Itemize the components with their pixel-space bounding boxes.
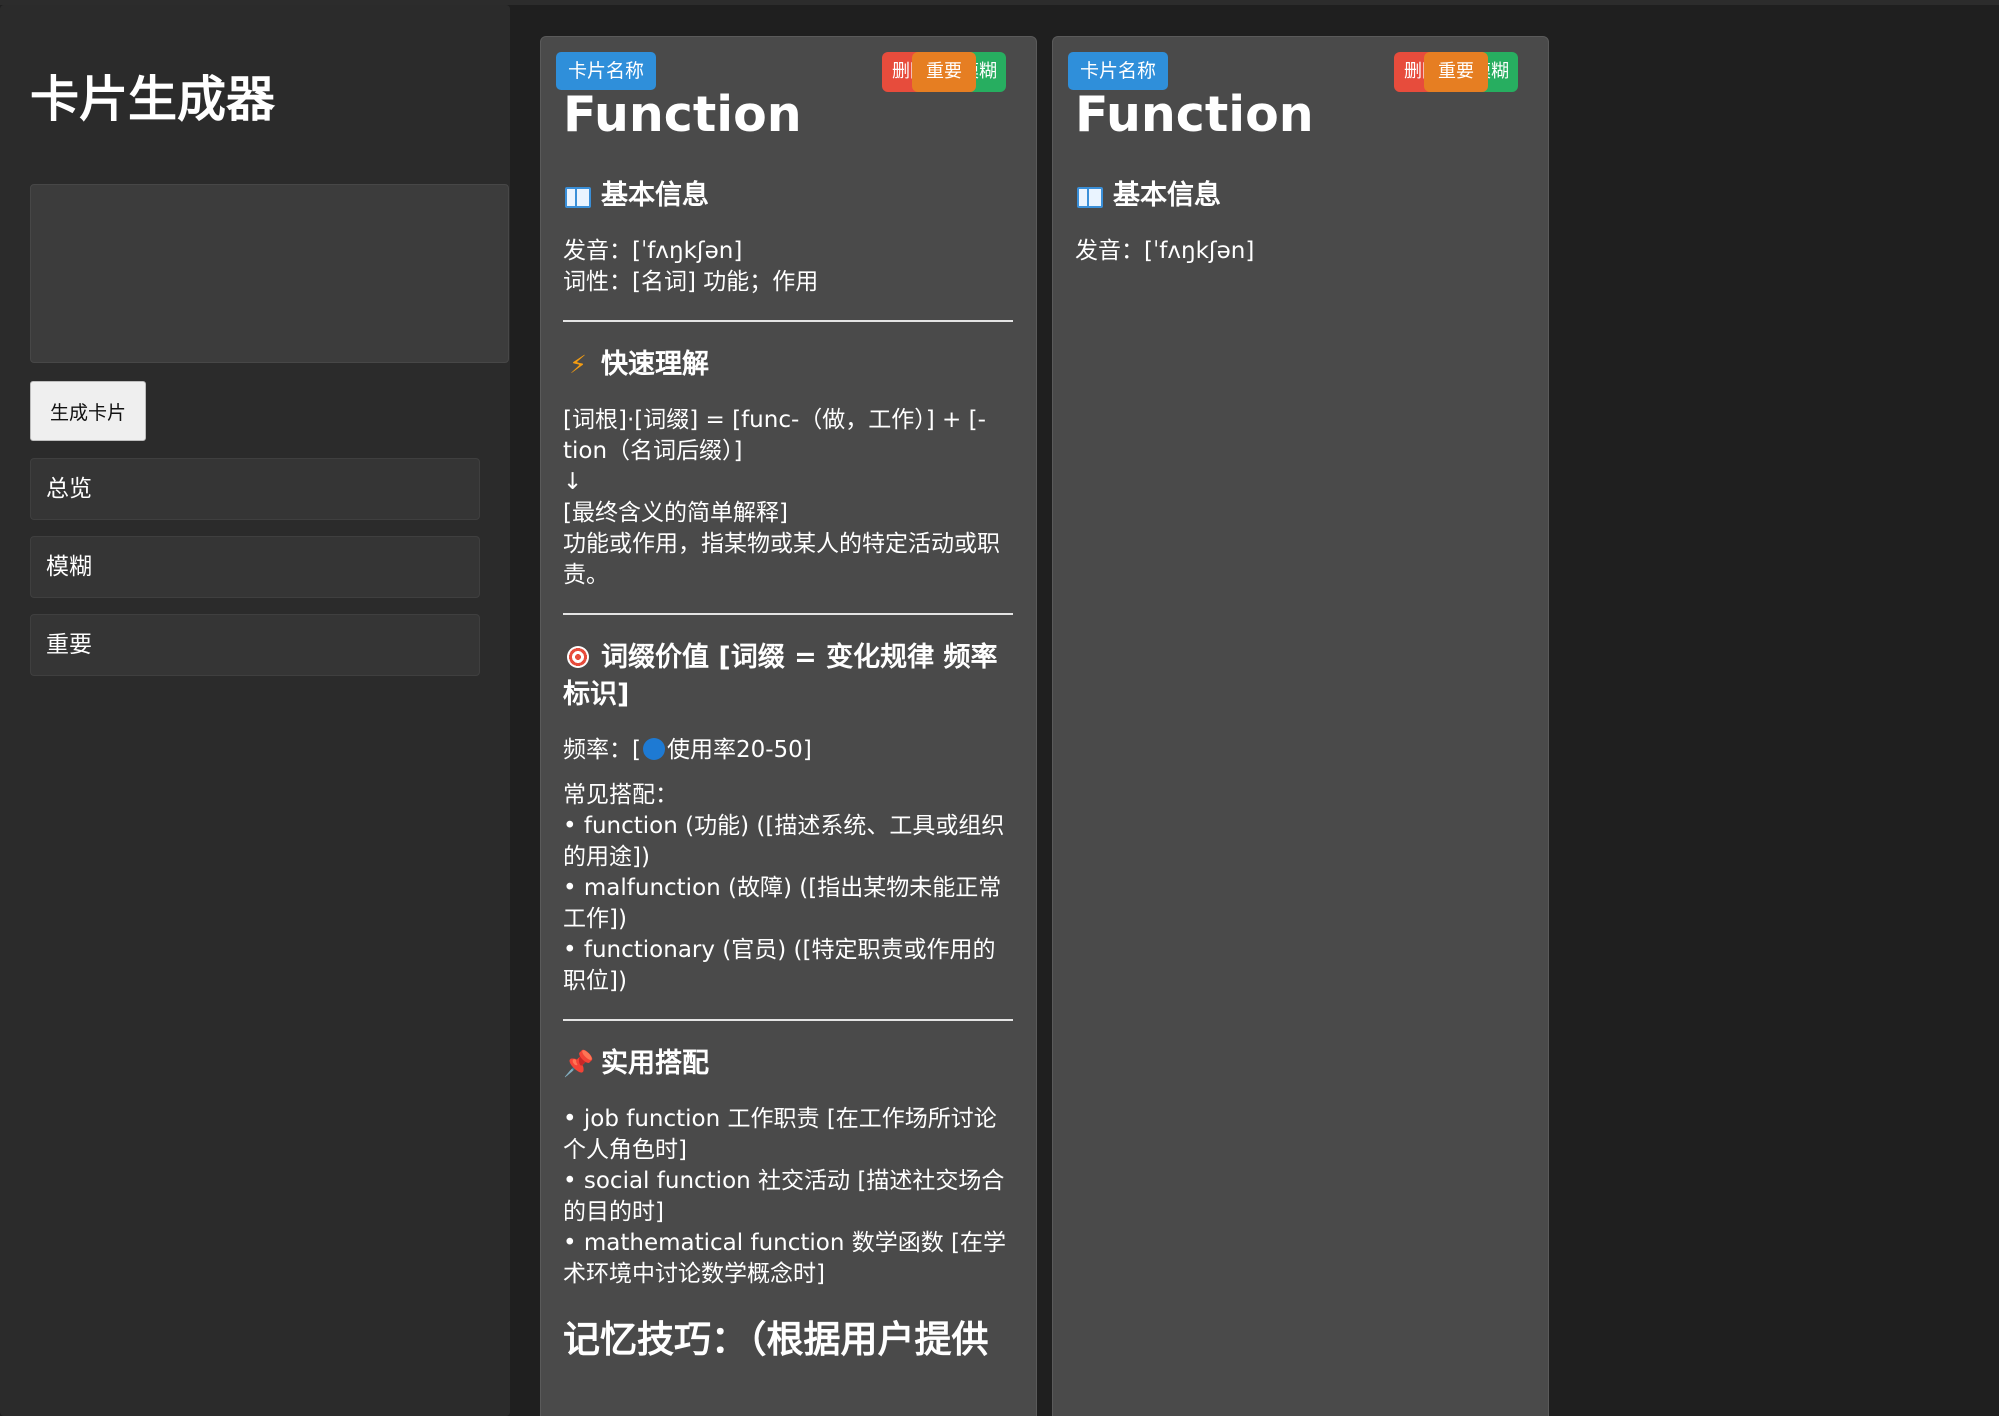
word-card: 卡片名称 删除 模糊 重要 Function 基本信息 发音：[ˈfʌŋkʃən… xyxy=(540,36,1037,1416)
divider xyxy=(563,320,1013,322)
word-card: 卡片名称 删除 模糊 重要 Function 基本信息 发音：[ˈfʌŋkʃən… xyxy=(1052,36,1549,1416)
final-meaning-label: [最终含义的简单解释] xyxy=(563,500,788,526)
card-title: Function xyxy=(563,86,802,143)
arrow: ↓ xyxy=(563,469,583,495)
collocation-item: • malfunction (故障) ([指出某物未能正常工作]) xyxy=(563,875,1002,932)
lightning-icon: ⚡ xyxy=(569,350,587,379)
section-heading-basic: 基本信息 xyxy=(1075,177,1525,214)
usage-item: • job function 工作职责 [在工作场所讨论个人角色时] xyxy=(563,1106,997,1163)
usage-item: • mathematical function 数学函数 [在学术环境中讨论数学… xyxy=(563,1230,1007,1287)
generate-card-button[interactable]: 生成卡片 xyxy=(30,381,146,441)
pushpin-icon: 📌 xyxy=(563,1049,595,1078)
card-actions: 删除 模糊 重要 xyxy=(882,52,1006,92)
collocation-item: • functionary (官员) ([特定职责或作用的职位]) xyxy=(563,937,996,994)
target-icon xyxy=(563,639,593,676)
usage-item: • social function 社交活动 [描述社交场合的目的时] xyxy=(563,1168,1005,1225)
divider xyxy=(563,613,1013,615)
pronunciation: 发音：[ˈfʌŋkʃən] xyxy=(563,238,743,264)
card-name-badge: 卡片名称 xyxy=(1068,52,1169,90)
card-name-badge: 卡片名称 xyxy=(556,52,657,90)
section-heading-basic: 基本信息 xyxy=(563,177,1013,214)
card-body: 基本信息 发音：[ˈfʌŋkʃən] 词性：[名词] 功能；作用 ⚡ 快速理解 [… xyxy=(563,177,1013,1362)
section-heading-quick: ⚡ 快速理解 xyxy=(563,346,1013,383)
section-heading-usage: 📌 实用搭配 xyxy=(563,1045,1013,1082)
frequency: 频率：[使用率20-50] xyxy=(563,737,812,763)
nav-item-important[interactable]: 重要 xyxy=(30,614,480,676)
book-icon xyxy=(1075,177,1105,214)
app: 卡片生成器 生成卡片 总览 模糊 重要 卡片名称 删除 模糊 重要 Functi… xyxy=(0,0,1999,1416)
nav-item-blur[interactable]: 模糊 xyxy=(30,536,480,598)
pronunciation: 发音：[ˈfʌŋkʃən] xyxy=(1075,238,1255,264)
part-of-speech: 词性：[名词] 功能；作用 xyxy=(563,269,819,295)
important-button[interactable]: 重要 xyxy=(912,52,976,92)
card-actions: 删除 模糊 重要 xyxy=(1394,52,1518,92)
collocation-label: 常见搭配： xyxy=(563,782,678,808)
collocation-item: • function (功能) ([描述系统、工具或组织的用途]) xyxy=(563,813,1005,870)
final-meaning: 功能或作用，指某物或某人的特定活动或职责。 xyxy=(563,531,1000,588)
book-icon xyxy=(563,177,593,214)
card-input[interactable] xyxy=(30,184,509,363)
divider xyxy=(563,1019,1013,1021)
word-formula: [词根]·[词缀] = [func-（做，工作）] + [-tion（名词后缀）… xyxy=(563,407,986,464)
card-body: 基本信息 发音：[ˈfʌŋkʃən] xyxy=(1075,177,1525,267)
blue-circle-icon xyxy=(642,738,665,760)
mnemonic-heading: 记忆技巧：（根据用户提供 xyxy=(563,1318,989,1361)
app-title: 卡片生成器 xyxy=(30,71,276,128)
nav-item-overview[interactable]: 总览 xyxy=(30,458,480,520)
important-button[interactable]: 重要 xyxy=(1424,52,1488,92)
card-title: Function xyxy=(1075,86,1314,143)
section-heading-affix: 词缀价值 [词缀 = 变化规律 频率标识] xyxy=(563,639,1013,713)
sidebar: 卡片生成器 生成卡片 总览 模糊 重要 xyxy=(0,5,510,1416)
